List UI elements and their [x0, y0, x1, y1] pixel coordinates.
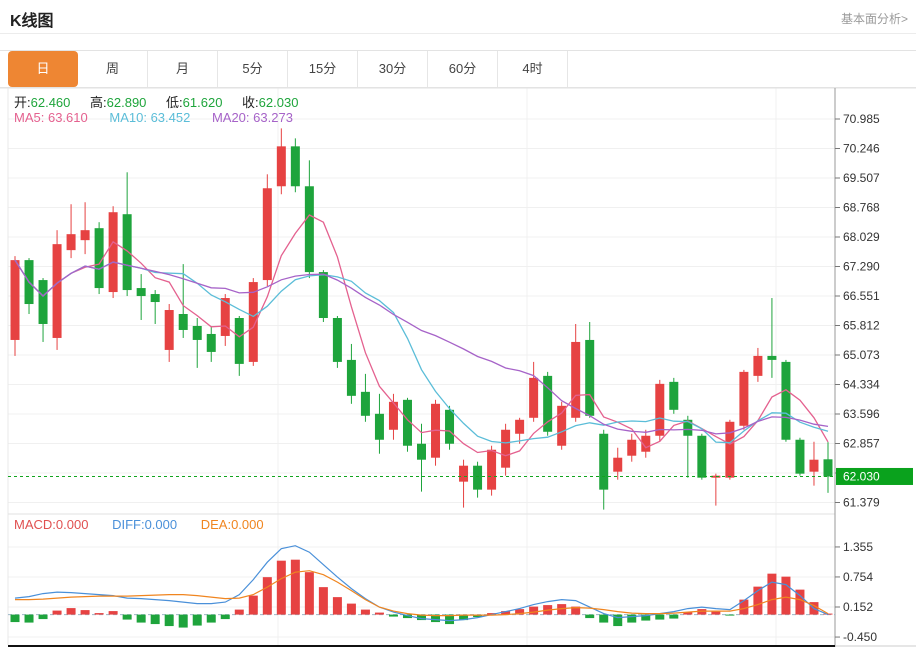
price-axis-tick-label: 67.290 — [843, 260, 880, 274]
last-price-badge: 62.030 — [836, 467, 913, 485]
ohlc-readout: 开:62.460 高:62.890 低:61.620 收:62.030 — [14, 92, 314, 111]
tab-30min[interactable]: 30分 — [358, 51, 428, 87]
ma20-value: 63.273 — [253, 110, 293, 125]
diff-label: DIFF: — [112, 517, 145, 532]
high-value: 62.890 — [106, 95, 147, 110]
open-value: 62.460 — [30, 95, 71, 110]
price-axis-tick-label: 63.596 — [843, 407, 880, 421]
tab-week[interactable]: 周 — [78, 51, 148, 87]
macd-axis: 1.355 0.754 0.152 -0.450 — [835, 540, 877, 644]
low-value: 61.620 — [182, 95, 223, 110]
ma-readout: MA5: 63.610 MA10: 63.452 MA20: 63.273 — [14, 110, 311, 125]
dea-value-readout: DEA:0.000 — [201, 517, 264, 532]
high-label: 高: — [90, 95, 107, 110]
ma5-line — [14, 214, 829, 457]
ma5-value: 63.610 — [47, 110, 88, 125]
price-axis-tick-label: 69.507 — [843, 171, 880, 185]
price-axis-tick-label: 65.073 — [843, 348, 880, 362]
ma10-line — [14, 259, 829, 444]
header-divider — [0, 33, 916, 34]
close-value: 62.030 — [258, 95, 299, 110]
candlestick-series — [10, 128, 833, 510]
panel-borders — [0, 87, 916, 647]
tab-month[interactable]: 月 — [148, 51, 218, 87]
macd-axis-tick-label: 0.152 — [843, 600, 873, 614]
macd-value: 0.000 — [55, 517, 89, 532]
tab-day[interactable]: 日 — [8, 51, 78, 87]
ma5-label: MA5: — [14, 110, 45, 125]
price-axis-tick-label: 70.246 — [843, 142, 880, 156]
low-label: 低: — [166, 95, 183, 110]
macd-axis-tick-label: 0.754 — [843, 570, 873, 584]
price-axis-tick-label: 66.551 — [843, 289, 880, 303]
ma10-readout: MA10: 63.452 — [109, 110, 190, 125]
open-label: 开: — [14, 95, 31, 110]
page-title: K线图 — [10, 13, 54, 30]
price-axis: 70.985 70.246 69.507 68.768 68.029 67.290 66.5… — [835, 112, 880, 510]
tab-4hour[interactable]: 4时 — [498, 51, 568, 87]
diff-value: 0.000 — [144, 517, 178, 532]
macd-histogram — [10, 559, 833, 628]
dea-label: DEA: — [200, 517, 232, 532]
macd-axis-tick-label: 1.355 — [843, 540, 873, 554]
diff-value-readout: DIFF:0.000 — [112, 517, 177, 532]
price-axis-tick-label: 68.029 — [843, 230, 880, 244]
dea-value: 0.000 — [231, 517, 264, 532]
close-label: 收: — [242, 95, 259, 110]
price-axis-tick-label: 70.985 — [843, 112, 880, 126]
price-axis-tick-label: 62.857 — [843, 437, 880, 451]
fundamental-analysis-link[interactable]: 基本面分析> — [841, 10, 908, 27]
price-axis-tick-label: 64.334 — [843, 378, 880, 392]
period-tabbar: 日 周 月 5分 15分 30分 60分 4时 — [0, 50, 916, 88]
gridlines — [8, 88, 835, 645]
price-axis-tick-label: 61.379 — [843, 496, 880, 510]
tab-5min[interactable]: 5分 — [218, 51, 288, 87]
macd-label: MACD: — [14, 517, 56, 532]
ma5-readout: MA5: 63.610 — [14, 110, 88, 125]
tab-60min[interactable]: 60分 — [428, 51, 498, 87]
price-axis-tick-label: 68.768 — [843, 201, 880, 215]
macd-axis-tick-label: -0.450 — [843, 630, 877, 644]
ma20-readout: MA20: 63.273 — [212, 110, 293, 125]
last-price-badge-text: 62.030 — [843, 469, 880, 483]
ma20-line — [14, 259, 829, 435]
tab-15min[interactable]: 15分 — [288, 51, 358, 87]
ma20-label: MA20: — [211, 110, 250, 125]
ma10-label: MA10: — [109, 110, 147, 125]
price-axis-tick-label: 65.812 — [843, 319, 880, 333]
ma10-value: 63.452 — [150, 110, 191, 125]
macd-readout: MACD:0.000 DIFF:0.000 DEA:0.000 — [14, 517, 284, 532]
macd-value-readout: MACD:0.000 — [14, 517, 88, 532]
